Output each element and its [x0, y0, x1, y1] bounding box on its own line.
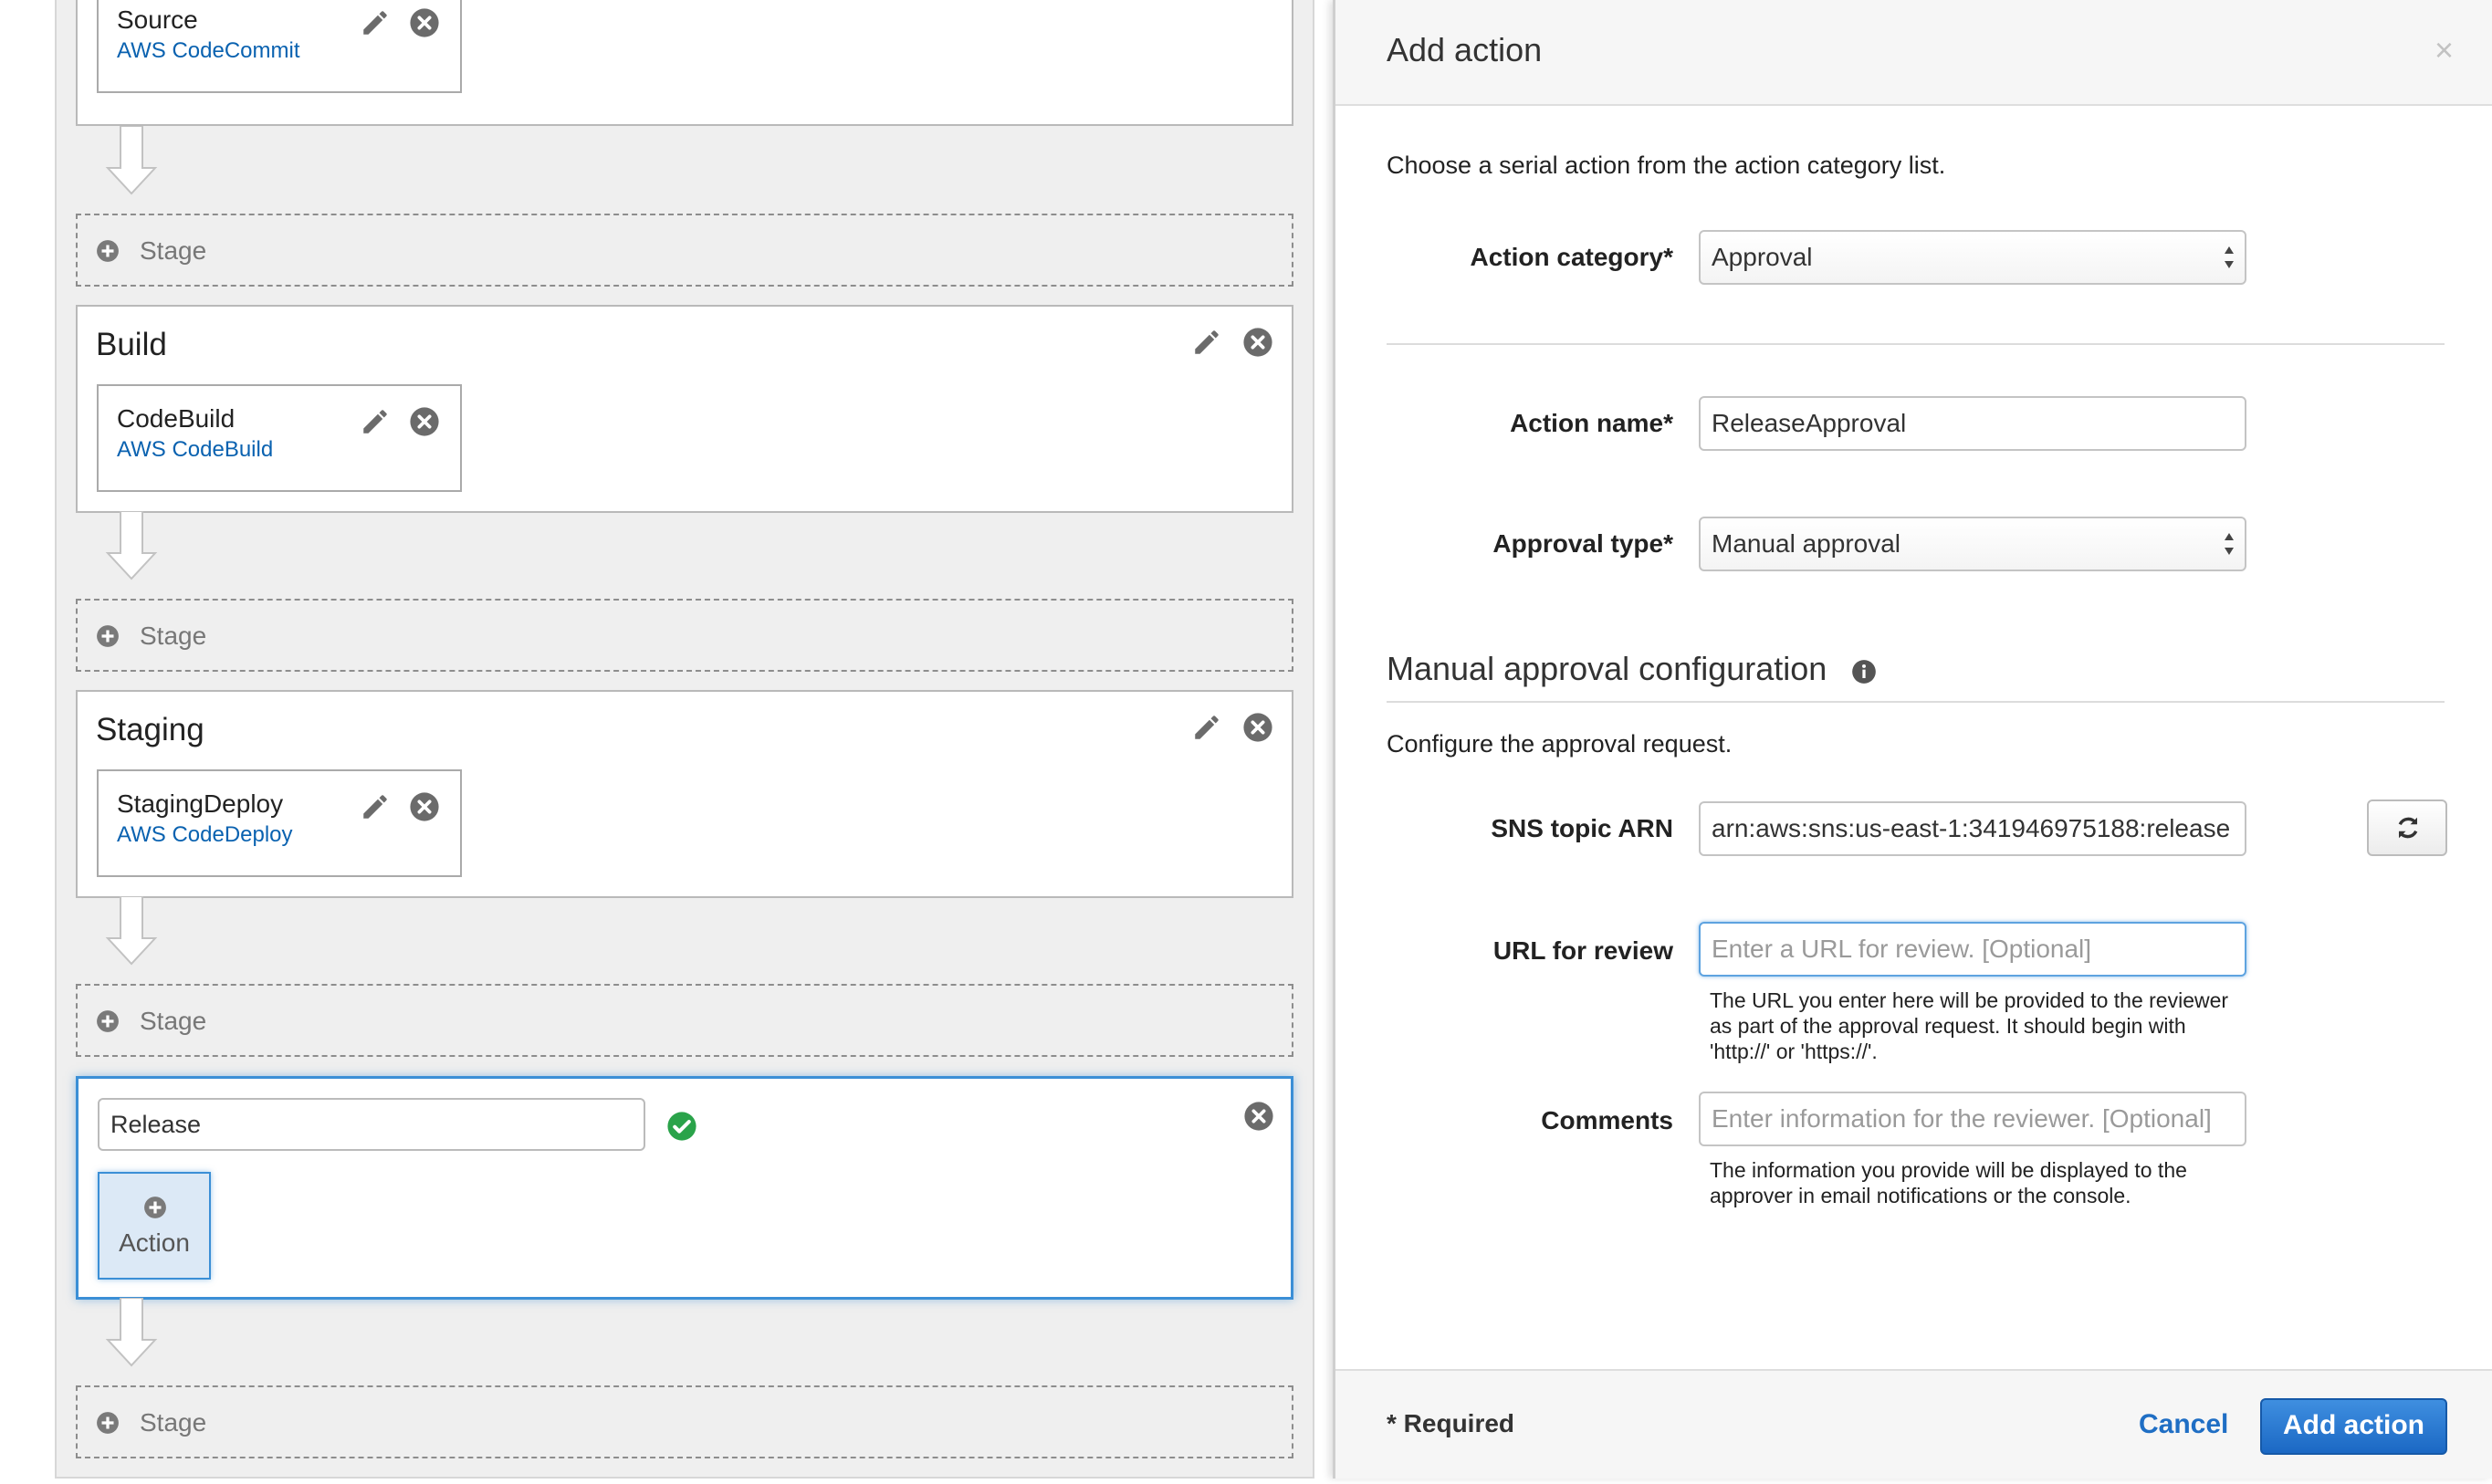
action-provider-link[interactable]: AWS CodeDeploy	[117, 822, 293, 848]
dialog-title: Add action	[1387, 31, 1543, 68]
dialog-footer: * Required Cancel Add action	[1335, 1369, 2492, 1479]
action-card-codebuild[interactable]: CodeBuild AWS CodeBuild	[97, 384, 462, 492]
select-arrows-icon	[2225, 246, 2234, 268]
stage-staging: Staging StagingDeploy AWS CodeDeploy	[76, 690, 1293, 898]
pencil-icon[interactable]	[1191, 327, 1222, 358]
pencil-icon[interactable]	[360, 406, 391, 437]
plus-circle-icon	[97, 625, 119, 647]
add-stage-slot[interactable]: Stage	[76, 599, 1293, 672]
sns-topic-input[interactable]: arn:aws:sns:us-east-1:341946975188:relea…	[1699, 801, 2246, 856]
add-stage-slot[interactable]: Stage	[76, 984, 1293, 1057]
url-for-review-input[interactable]: Enter a URL for review. [Optional]	[1699, 922, 2246, 977]
down-arrow-connector	[105, 896, 158, 966]
plus-circle-icon	[97, 1412, 119, 1434]
plus-circle-icon	[144, 1197, 166, 1218]
action-card-source[interactable]: Source AWS CodeCommit	[97, 0, 462, 93]
dialog-intro: Choose a serial action from the action c…	[1387, 152, 1946, 179]
plus-circle-icon	[97, 240, 119, 262]
remove-icon[interactable]	[1243, 1101, 1274, 1132]
required-note: * Required	[1387, 1409, 1515, 1437]
remove-icon[interactable]	[409, 791, 440, 822]
comments-label: Comments	[1541, 1106, 1673, 1134]
action-category-label: Action category*	[1470, 243, 1674, 271]
comments-input[interactable]: Enter information for the reviewer. [Opt…	[1699, 1092, 2246, 1146]
approval-type-label: Approval type*	[1492, 529, 1673, 558]
divider	[1387, 343, 2445, 345]
action-card-stagingdeploy[interactable]: StagingDeploy AWS CodeDeploy	[97, 769, 462, 877]
action-category-select[interactable]: Approval	[1699, 230, 2246, 285]
action-name-label: Action name*	[1510, 409, 1673, 437]
add-action-label: Action	[119, 1228, 190, 1257]
section-description: Configure the approval request.	[1387, 730, 1733, 758]
pencil-icon[interactable]	[1191, 712, 1222, 743]
info-icon[interactable]	[1851, 659, 1877, 685]
sns-topic-label: SNS topic ARN	[1491, 814, 1673, 842]
select-arrows-icon	[2225, 533, 2234, 555]
add-action-dialog: Add action × Choose a serial action from…	[1333, 0, 2492, 1479]
pencil-icon[interactable]	[360, 7, 391, 38]
remove-icon[interactable]	[1242, 327, 1273, 358]
down-arrow-connector	[105, 511, 158, 580]
add-stage-slot[interactable]: Stage	[76, 1385, 1293, 1458]
url-for-review-label: URL for review	[1492, 936, 1673, 965]
add-stage-slot[interactable]: Stage	[76, 214, 1293, 287]
action-name: CodeBuild	[117, 404, 236, 433]
add-action-tile[interactable]: Action	[98, 1172, 211, 1280]
stage-release-new: Release Action	[76, 1076, 1293, 1300]
section-title: Manual approval configuration	[1387, 650, 1827, 687]
section-divider	[1387, 701, 2445, 703]
check-circle-icon	[667, 1112, 696, 1141]
stage-source: Source AWS CodeCommit	[76, 0, 1293, 126]
plus-circle-icon	[97, 1010, 119, 1032]
add-stage-label: Stage	[140, 236, 207, 265]
add-action-button[interactable]: Add action	[2260, 1398, 2447, 1455]
stage-title: Build	[96, 327, 167, 362]
refresh-icon	[2398, 817, 2418, 839]
add-stage-label: Stage	[140, 622, 207, 650]
dialog-header: Add action ×	[1335, 0, 2492, 106]
action-provider-link[interactable]: AWS CodeBuild	[117, 437, 273, 463]
approval-type-select[interactable]: Manual approval	[1699, 517, 2246, 571]
action-provider-link[interactable]: AWS CodeCommit	[117, 38, 299, 64]
stage-name-input[interactable]: Release	[98, 1098, 645, 1151]
comments-help-text: The information you provide will be disp…	[1710, 1158, 2187, 1207]
add-stage-label: Stage	[140, 1007, 207, 1035]
down-arrow-connector	[105, 126, 158, 195]
remove-icon[interactable]	[1242, 712, 1273, 743]
action-category-value: Approval	[1712, 243, 1813, 271]
add-stage-label: Stage	[140, 1408, 207, 1437]
remove-icon[interactable]	[409, 406, 440, 437]
remove-icon[interactable]	[409, 7, 440, 38]
pipeline-editor: Source AWS CodeCommit Stage Build CodeBu…	[55, 0, 1314, 1479]
cancel-button[interactable]: Cancel	[2139, 1409, 2228, 1440]
action-name: StagingDeploy	[117, 789, 284, 818]
url-help-text: The URL you enter here will be provided …	[1710, 988, 2229, 1063]
stage-build: Build CodeBuild AWS CodeBuild	[76, 305, 1293, 513]
refresh-topics-button[interactable]	[2367, 799, 2447, 856]
stage-title: Staging	[96, 712, 204, 747]
approval-type-value: Manual approval	[1712, 529, 1901, 558]
action-name-input[interactable]: ReleaseApproval	[1699, 396, 2246, 451]
pencil-icon[interactable]	[360, 791, 391, 822]
action-name: Source	[117, 5, 198, 34]
down-arrow-connector	[105, 1298, 158, 1367]
close-icon[interactable]: ×	[2434, 31, 2454, 69]
